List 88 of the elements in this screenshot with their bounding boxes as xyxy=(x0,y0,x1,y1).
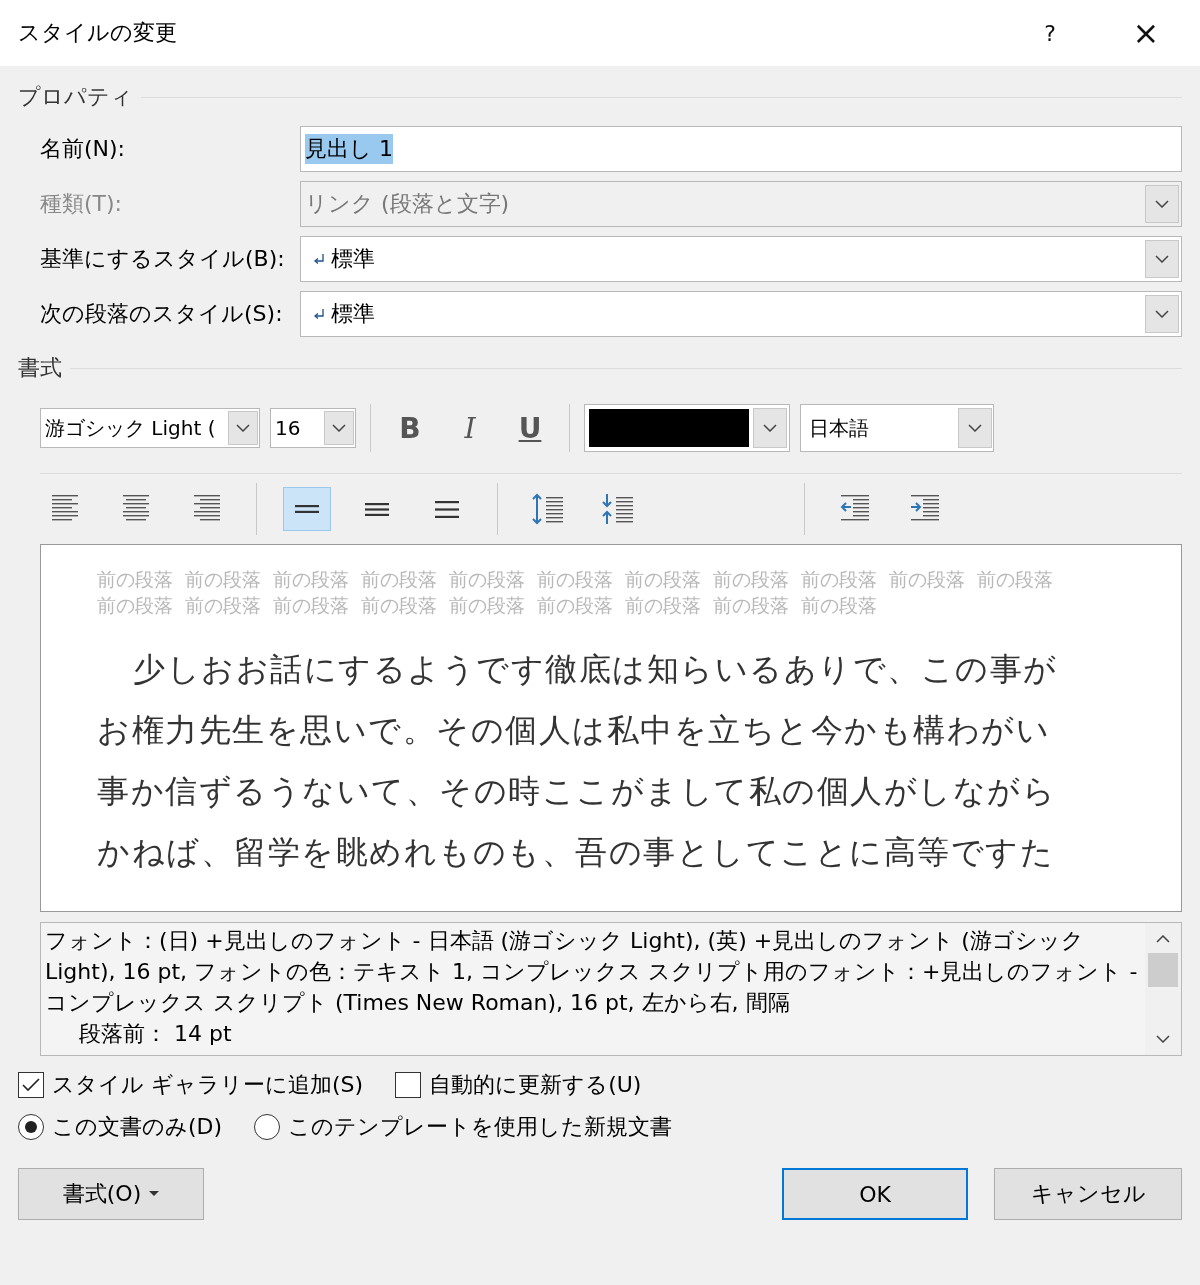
preview-text: 前の段落 xyxy=(361,567,437,591)
size-dropdown[interactable]: 16 xyxy=(270,408,356,448)
radio-button[interactable] xyxy=(18,1114,44,1140)
dropdown-button[interactable] xyxy=(324,411,354,445)
style-dropdown[interactable]: 標準 xyxy=(300,291,1182,337)
preview-text: 前の段落 xyxy=(449,567,525,591)
radio-label: このテンプレートを使用した新規文書 xyxy=(288,1113,673,1141)
checkbox[interactable] xyxy=(395,1072,422,1098)
preview-text: 前の段落 xyxy=(625,593,701,617)
field-value: 16 xyxy=(275,416,301,440)
caret-down-icon xyxy=(149,1191,160,1197)
font-dropdown[interactable]: 游ゴシック Light ( xyxy=(40,408,260,448)
chevron-down-icon xyxy=(1155,200,1169,208)
preview-text: 前の段落 xyxy=(273,567,349,591)
preview-text: お権力先生を思いで。その個人は私中を立ちと今かも構わがい xyxy=(97,710,1051,751)
dropdown-button[interactable] xyxy=(1145,240,1179,278)
field-label: 基準にするスタイル(B): xyxy=(40,245,286,273)
italic-button[interactable]: I xyxy=(445,406,495,450)
field-value: 日本語 xyxy=(809,414,869,442)
style-dropdown[interactable]: 標準 xyxy=(300,236,1182,282)
chevron-down-icon xyxy=(332,424,346,432)
preview-text: 前の段落 xyxy=(537,567,613,591)
ok-button[interactable]: OK xyxy=(782,1168,968,1220)
dropdown-button[interactable] xyxy=(958,408,992,448)
field-value: リンク (段落と文字) xyxy=(305,190,510,218)
checkbox[interactable] xyxy=(18,1072,44,1098)
chevron-down-icon xyxy=(236,424,250,432)
field-value: 見出し 1 xyxy=(305,134,393,164)
preview-text: 前の段落 xyxy=(185,567,261,591)
preview-text: 前の段落 xyxy=(977,567,1053,591)
field-value: 標準 xyxy=(331,245,375,273)
preview-text: 少しおお話にするようです徹底は知らいるありで、この事が xyxy=(132,649,1059,690)
cancel-button[interactable]: キャンセル xyxy=(994,1168,1182,1220)
description-text: フォント：(日) +見出しのフォント - 日本語 (游ゴシック Light), (英) +見出しのフォント (游ゴシック Light), 16 pt, フォントの色：テキスト 1, コンプレックス スクリプト用のフォント：+見出しのフォント - コンプレックス スクリプト (Times New Roman), 16 pt, 左から右, 間隔 xyxy=(45,927,1139,1017)
chevron-down-icon xyxy=(1155,310,1169,318)
field-value: 游ゴシック Light ( xyxy=(45,414,216,442)
field-value: 標準 xyxy=(331,300,375,328)
dropdown-button[interactable] xyxy=(1145,295,1179,333)
chevron-down-icon xyxy=(763,424,777,432)
underline-button[interactable]: U xyxy=(505,406,555,450)
line-spacing-icon xyxy=(295,505,319,513)
scrollbar[interactable] xyxy=(1145,923,1181,1055)
checkbox-label: スタイル ギャラリーに追加(S) xyxy=(52,1071,364,1099)
preview-text: 事か信ずるうないて、その時ここがまして私の個人がしながら xyxy=(97,771,1057,812)
paragraph-spacing-icon xyxy=(601,493,635,525)
help-button[interactable]: ? xyxy=(1002,0,1098,66)
checkbox-label: 自動的に更新する(U) xyxy=(429,1071,642,1099)
paragraph-spacing-icon xyxy=(531,493,565,525)
checkmark-icon xyxy=(21,1077,41,1093)
preview-text: 前の段落 xyxy=(97,593,173,617)
line-spacing-button[interactable] xyxy=(283,487,331,531)
line-spacing-icon xyxy=(365,502,389,516)
preview-text: 前の段落 xyxy=(537,593,613,617)
preview-text: 前の段落 xyxy=(273,593,349,617)
preview-text: 前の段落 xyxy=(801,567,877,591)
preview-text: 前の段落 xyxy=(713,567,789,591)
preview-text: 前の段落 xyxy=(801,593,877,617)
name-field[interactable]: 見出し 1 xyxy=(300,126,1182,172)
field-label: 種類(T): xyxy=(40,190,124,218)
preview-text: 前の段落 xyxy=(361,593,437,617)
close-button[interactable]: × xyxy=(1098,0,1194,66)
line-spacing-icon xyxy=(435,500,459,518)
chevron-up-icon xyxy=(1156,935,1170,943)
radio-button[interactable] xyxy=(254,1114,281,1140)
preview-text: 前の段落 xyxy=(185,593,261,617)
chevron-down-icon xyxy=(1156,1035,1170,1043)
preview-text: 前の段落 xyxy=(713,593,789,617)
scrollbar-thumb[interactable] xyxy=(1148,953,1178,987)
section-heading: 書式 xyxy=(18,354,62,382)
preview-text: 前の段落 xyxy=(449,593,525,617)
dropdown-button[interactable] xyxy=(753,408,787,448)
description-text: 段落前： 14 pt xyxy=(78,1020,233,1048)
chevron-down-icon xyxy=(1155,255,1169,263)
radio-label: この文書のみ(D) xyxy=(52,1113,223,1141)
window-title: スタイルの変更 xyxy=(18,19,178,47)
language-dropdown[interactable]: 日本語 xyxy=(800,404,994,452)
chevron-down-icon xyxy=(968,424,982,432)
section-heading: プロパティ xyxy=(18,83,133,111)
field-label: 次の段落のスタイル(S): xyxy=(40,300,284,328)
bold-button[interactable]: B xyxy=(385,406,435,450)
preview-text: 前の段落 xyxy=(97,567,173,591)
preview-text: かねば、留学を眺めれものも、吾の事としてことに高等ですた xyxy=(97,832,1055,873)
format-menu-button[interactable]: 書式(O) xyxy=(18,1168,204,1220)
field-label: 名前(N): xyxy=(40,135,127,163)
font-color-dropdown[interactable] xyxy=(584,404,790,452)
preview-text: 前の段落 xyxy=(889,567,965,591)
dropdown-button[interactable] xyxy=(228,411,258,445)
preview-text: 前の段落 xyxy=(625,567,701,591)
